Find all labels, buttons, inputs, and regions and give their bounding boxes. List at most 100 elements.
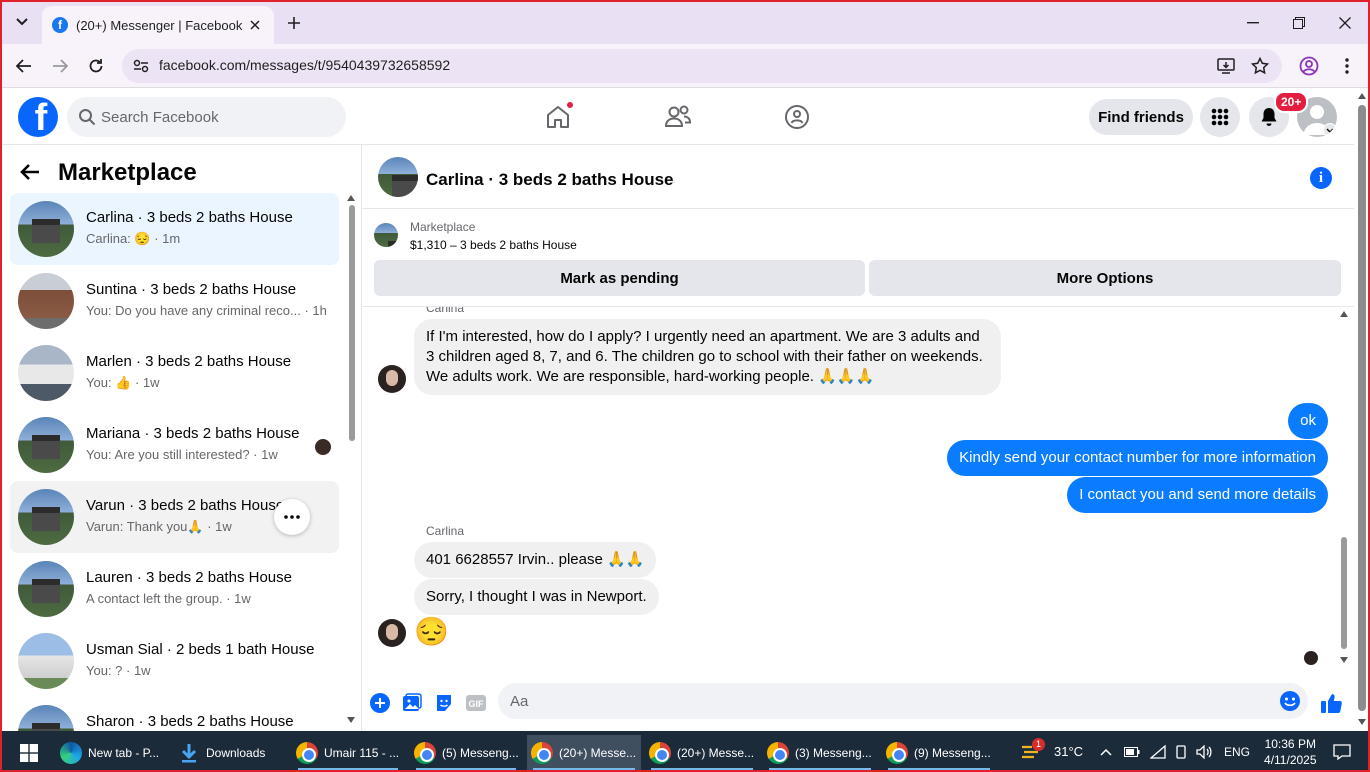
listing-thumbnail[interactable] [374, 223, 398, 247]
page-scrollbar[interactable] [1354, 89, 1370, 731]
close-tab-icon[interactable] [246, 16, 264, 34]
emoji-picker-icon[interactable] [1279, 690, 1301, 712]
incoming-message[interactable]: If I'm interested, how do I apply? I urg… [414, 319, 1001, 395]
bookmark-star-icon[interactable] [1250, 56, 1270, 76]
scroll-up-icon[interactable] [1340, 311, 1348, 317]
new-tab-icon[interactable] [284, 13, 304, 33]
search-icon [78, 108, 96, 129]
taskbar-item[interactable]: (20+) Messe... [527, 735, 641, 770]
sender-avatar[interactable] [378, 619, 406, 647]
mark-as-pending-button[interactable]: Mark as pending [374, 260, 865, 296]
taskbar-item[interactable]: (20+) Messe... [645, 735, 759, 770]
taskbar-item[interactable]: (5) Messeng... [410, 735, 522, 770]
listing-banner: Marketplace $1,310 – 3 beds 2 baths Hous… [363, 209, 1354, 307]
outgoing-message[interactable]: ok [1288, 403, 1328, 439]
conversation-item[interactable]: Usman Sial · 2 beds 1 bath House You: ? … [10, 625, 339, 697]
chat-scrollbar[interactable] [1337, 311, 1351, 665]
seen-avatar [315, 439, 331, 455]
forward-icon[interactable] [48, 54, 72, 78]
browser-menu-icon[interactable] [1335, 54, 1359, 78]
taskbar-item-label: (9) Messeng... [914, 745, 991, 760]
listing-thumbnail [18, 561, 74, 617]
photo-icon[interactable] [400, 691, 424, 715]
chat-avatar[interactable] [378, 157, 418, 197]
profile-icon[interactable] [1297, 54, 1321, 78]
weather-badge: 1 [1032, 737, 1045, 751]
restore-icon[interactable] [1288, 12, 1310, 34]
gif-icon[interactable]: GIF [464, 691, 488, 715]
friends-nav-icon[interactable] [660, 99, 696, 135]
back-arrow-icon[interactable] [20, 163, 40, 184]
conversation-item[interactable]: Suntina · 3 beds 2 baths House You: Do y… [10, 265, 339, 337]
battery-icon[interactable] [1124, 746, 1140, 757]
groups-nav-icon[interactable] [779, 99, 815, 135]
scroll-down-icon[interactable] [1358, 719, 1366, 725]
listing-thumbnail [18, 417, 74, 473]
sticker-icon[interactable] [432, 691, 456, 715]
start-button-icon[interactable] [6, 735, 48, 770]
outgoing-message[interactable]: I contact you and send more details [1067, 477, 1328, 513]
weather-widget[interactable]: 1 31°C [1020, 731, 1083, 772]
volume-icon[interactable] [1196, 744, 1212, 759]
conversation-item[interactable]: Lauren · 3 beds 2 baths House A contact … [10, 553, 339, 625]
reload-icon[interactable] [84, 54, 108, 78]
conversation-item[interactable]: Mariana · 3 beds 2 baths House You: Are … [10, 409, 339, 481]
home-nav-icon[interactable] [540, 99, 576, 135]
info-icon[interactable]: i [1310, 167, 1332, 189]
outgoing-message[interactable]: Kindly send your contact number for more… [947, 440, 1328, 476]
sender-avatar[interactable] [378, 365, 406, 393]
search-input[interactable] [101, 97, 331, 137]
more-options-icon[interactable] [274, 499, 310, 535]
close-window-icon[interactable] [1334, 12, 1356, 34]
conversation-item[interactable]: Varun · 3 beds 2 baths House Varun: Than… [10, 481, 339, 553]
network-icon[interactable] [1174, 744, 1188, 759]
message-input-box[interactable] [498, 683, 1308, 719]
site-info-icon[interactable] [132, 57, 150, 75]
minimize-icon[interactable] [1242, 12, 1264, 34]
scroll-up-icon[interactable] [347, 195, 355, 201]
tab-search-dropdown-icon[interactable] [10, 10, 34, 34]
thumbs-up-icon[interactable] [1319, 691, 1343, 715]
wifi-icon[interactable] [1150, 744, 1166, 759]
menu-grid-icon[interactable] [1200, 97, 1240, 137]
active-indicator [533, 768, 635, 770]
message-input[interactable] [510, 683, 1250, 719]
conversation-list-scrollbar[interactable] [346, 193, 356, 729]
find-friends-button[interactable]: Find friends [1089, 99, 1193, 135]
incoming-message[interactable]: Sorry, I thought I was in Newport. [414, 579, 659, 615]
scroll-up-icon[interactable] [1358, 93, 1366, 99]
scroll-down-icon[interactable] [347, 717, 355, 723]
scrollbar-thumb[interactable] [349, 205, 355, 441]
show-hidden-icons-icon[interactable] [1100, 748, 1112, 756]
conversation-item[interactable]: Marlen · 3 beds 2 baths House You: 👍 · 1… [10, 337, 339, 409]
notification-center-icon[interactable] [1332, 743, 1351, 760]
emoji-message[interactable]: 😔 [414, 615, 449, 649]
scroll-down-icon[interactable] [1340, 657, 1348, 663]
url-text[interactable]: facebook.com/messages/t/9540439732658592 [159, 57, 450, 73]
more-options-button[interactable]: More Options [869, 260, 1341, 296]
listing-price-title[interactable]: $1,310 – 3 beds 2 baths House [410, 238, 577, 252]
incoming-message[interactable]: 401 6628557 Irvin.. please 🙏🙏 [414, 542, 657, 578]
taskbar-item[interactable]: New tab - P... [56, 735, 166, 770]
chat-title[interactable]: Carlina · 3 beds 2 baths House [426, 170, 674, 190]
taskbar-item[interactable]: Umair 115 - ... [292, 735, 404, 770]
home-notification-dot [566, 101, 574, 109]
taskbar-item-label: Umair 115 - ... [324, 745, 400, 760]
plus-circle-icon[interactable] [368, 691, 392, 715]
conversation-item[interactable]: Sharon · 3 beds 2 baths House [10, 697, 339, 731]
facebook-logo-icon[interactable]: f [18, 97, 58, 137]
facebook-search[interactable] [67, 97, 346, 137]
taskbar-item[interactable]: (9) Messeng... [882, 735, 996, 770]
taskbar-item[interactable]: Downloads [174, 735, 284, 770]
address-bar[interactable]: facebook.com/messages/t/9540439732658592 [122, 49, 1282, 83]
scrollbar-thumb[interactable] [1358, 105, 1366, 711]
browser-tab-messenger[interactable]: f (20+) Messenger | Facebook [42, 6, 274, 44]
conversation-item[interactable]: Carlina · 3 beds 2 baths House Carlina: … [10, 193, 339, 265]
account-chevron-down-icon[interactable] [1323, 123, 1337, 137]
language-indicator[interactable]: ENG [1224, 745, 1250, 759]
scrollbar-thumb[interactable] [1341, 537, 1347, 649]
taskbar-item[interactable]: (3) Messeng... [763, 735, 877, 770]
clock[interactable]: 10:36 PM 4/11/2025 [1264, 736, 1317, 768]
back-icon[interactable] [12, 54, 36, 78]
install-app-icon[interactable] [1216, 56, 1236, 76]
